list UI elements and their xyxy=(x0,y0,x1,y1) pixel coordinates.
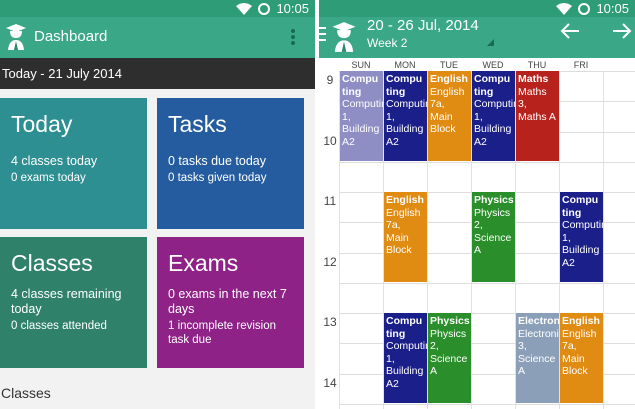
class-event[interactable]: Compu tingComputing 1, Building A2 xyxy=(384,313,427,403)
grid-row-line xyxy=(339,282,635,284)
exams-tile[interactable]: Exams 0 exams in the next 7 days 1 incom… xyxy=(157,237,304,368)
class-event[interactable]: Physics Physics 2, Science A xyxy=(472,192,515,282)
event-subject: Electronics xyxy=(518,315,559,327)
wifi-icon xyxy=(236,2,253,15)
wifi-icon xyxy=(556,2,573,15)
ring-icon xyxy=(578,2,591,15)
tasks-tile-line2: 0 tasks given today xyxy=(168,172,267,184)
event-subject: English xyxy=(430,73,468,85)
status-bar-right: 10:05 xyxy=(319,0,635,17)
event-subject: Compu ting xyxy=(386,315,423,340)
grid-column-line xyxy=(603,71,604,409)
hour-label: 11 xyxy=(323,194,337,208)
event-detail: Computing 1, Building A2 xyxy=(342,98,383,148)
classes-tile[interactable]: Classes 4 classes remaining today 0 clas… xyxy=(0,237,147,368)
event-subject: English xyxy=(562,315,600,327)
class-event[interactable]: Compu tingComputing 1, Building A2 xyxy=(340,71,383,161)
today-tile-line2: 0 exams today xyxy=(11,172,86,184)
hour-label: 14 xyxy=(323,375,337,390)
exams-tile-title: Exams xyxy=(168,250,239,276)
event-subject: Physics xyxy=(430,315,470,327)
class-event[interactable]: English English 7a, Main Block xyxy=(384,192,427,282)
tasks-tile-line1: 0 tasks due today xyxy=(168,154,266,168)
hour-label: 12 xyxy=(323,254,337,269)
event-subject: Compu ting xyxy=(562,194,599,219)
day-label-mon: MON xyxy=(394,60,416,70)
hour-label: 9 xyxy=(326,73,334,87)
status-time: 10:05 xyxy=(276,1,309,16)
day-header-row: SUN MON TUE WED THU FRI xyxy=(319,58,635,71)
classes-tile-title: Classes xyxy=(11,250,93,276)
exams-tile-line1: 0 exams in the next 7 days xyxy=(168,287,287,316)
hour-label: 13 xyxy=(323,315,337,329)
event-subject: Compu ting xyxy=(474,73,511,98)
grid-row-line xyxy=(339,161,635,163)
graduate-logo-icon[interactable] xyxy=(331,21,357,53)
event-detail: Electronics 3, Science A xyxy=(518,327,559,378)
event-detail: English 7a, Main Block xyxy=(562,327,597,378)
event-subject: Compu ting xyxy=(386,73,423,98)
timetable-grid: 91011121314Compu tingComputing 1, Buildi… xyxy=(319,71,635,409)
class-event[interactable]: English English 7a, Main Block xyxy=(560,313,603,403)
day-label-sun: SUN xyxy=(351,60,371,70)
event-detail: Computing 1, Building A2 xyxy=(474,98,515,148)
event-detail: Computing 1, Building A2 xyxy=(562,219,603,269)
today-tile-title: Today xyxy=(11,111,73,137)
event-detail: Maths 3, Maths A xyxy=(518,85,556,123)
day-label-tue: TUE xyxy=(440,60,458,70)
classes-tile-line1: 4 classes remaining today xyxy=(11,287,122,316)
hamburger-icon[interactable] xyxy=(319,27,326,41)
event-detail: English 7a, Main Block xyxy=(386,206,421,257)
date-bar: Today - 21 July 2014 xyxy=(0,58,315,89)
dashboard-screen: 10:05 Dashboard Today - 21 July 2014 Tod… xyxy=(0,0,315,409)
week-label[interactable]: Week 2 xyxy=(367,36,407,50)
class-event[interactable]: Compu tingComputing 1, Building A2 xyxy=(560,192,603,282)
class-event[interactable]: Maths Maths 3, Maths A xyxy=(516,71,559,161)
class-event[interactable]: ElectronicsElectronics 3, Science A xyxy=(516,313,559,403)
event-detail: Computing 1, Building A2 xyxy=(386,340,427,390)
graduate-logo-icon xyxy=(6,24,26,50)
day-label-thu: THU xyxy=(527,60,547,70)
status-time-right: 10:05 xyxy=(596,1,629,16)
event-subject: Maths xyxy=(518,73,549,85)
arrow-left-icon[interactable] xyxy=(559,20,581,42)
timetable-app-bar: 20 - 26 Jul, 2014 Week 2 xyxy=(319,17,635,61)
app-title: Dashboard xyxy=(34,28,108,45)
class-event[interactable]: Compu tingComputing 1, Building A2 xyxy=(472,71,515,161)
arrow-right-icon[interactable] xyxy=(611,20,633,42)
class-event[interactable]: English English 7a, Main Block xyxy=(428,71,471,161)
dropdown-triangle-icon[interactable] xyxy=(487,39,494,46)
class-event[interactable]: Physics Physics 2, Science A xyxy=(428,313,471,403)
today-tile-line1: 4 classes today xyxy=(11,154,98,168)
classes-tile-line2: 0 classes attended xyxy=(11,320,107,332)
tasks-tile-title: Tasks xyxy=(168,111,227,137)
event-detail: Physics 2, Science A xyxy=(474,206,512,257)
event-subject: Compu ting xyxy=(342,73,379,98)
event-subject: Physics xyxy=(474,194,514,206)
hour-label: 10 xyxy=(323,133,337,148)
class-event[interactable]: Compu tingComputing 1, Building A2 xyxy=(384,71,427,161)
tasks-tile[interactable]: Tasks 0 tasks due today 0 tasks given to… xyxy=(157,98,304,229)
day-label-fri: FRI xyxy=(573,60,589,70)
grid-row-line xyxy=(339,403,635,405)
week-range[interactable]: 20 - 26 Jul, 2014 xyxy=(367,17,479,34)
event-detail: Computing 1, Building A2 xyxy=(386,98,427,148)
day-label-wed: WED xyxy=(482,60,504,70)
event-detail: Physics 2, Science A xyxy=(430,327,468,378)
app-bar: Dashboard xyxy=(0,17,315,58)
exams-tile-line2: 1 incomplete revision task due xyxy=(168,320,277,346)
event-detail: English 7a, Main Block xyxy=(430,85,465,136)
overflow-menu-icon[interactable] xyxy=(291,29,295,45)
ring-icon xyxy=(258,2,271,15)
classes-section-label: Classes xyxy=(1,385,51,401)
today-tile[interactable]: Today 4 classes today 0 exams today xyxy=(0,98,147,229)
timetable-screen: 10:05 20 - 26 Jul, 2014 Week 2 SUN MON TUE… xyxy=(319,0,635,409)
event-subject: English xyxy=(386,194,424,206)
status-bar: 10:05 xyxy=(0,0,315,17)
